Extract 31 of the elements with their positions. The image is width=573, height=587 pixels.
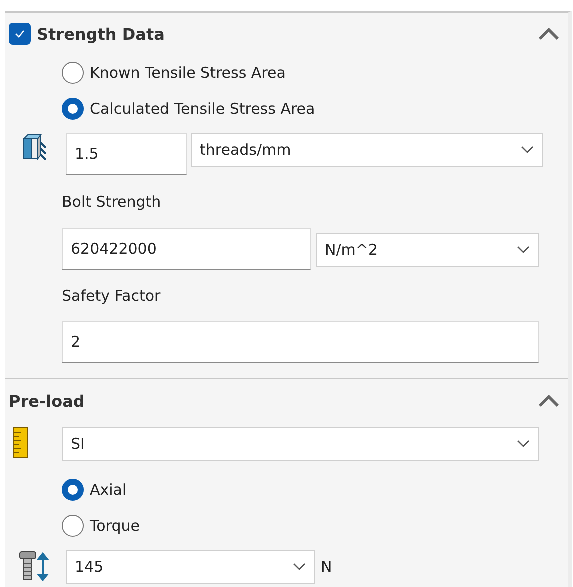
radio-label: Known Tensile Stress Area [90,64,286,82]
caret-icon [293,563,306,571]
dropdown[interactable]: 145 [66,550,315,584]
section-title: Strength Data [37,24,166,44]
checkbox[interactable] [9,23,31,45]
chevron-icon[interactable] [538,394,560,408]
radio-label: Axial [90,481,127,499]
radio-button[interactable] [62,515,84,537]
caret-icon [517,440,530,448]
bolt-icon [18,550,48,582]
unit-label: N [321,557,332,578]
checkmark-icon [14,29,26,39]
dropdown[interactable]: threads/mm [191,133,543,167]
section-title: Pre-load [9,392,86,410]
dropdown[interactable]: SI [62,427,539,461]
field-label: Safety Factor [62,286,162,306]
input-field[interactable]: 620422000 [62,228,311,270]
caret-icon [521,146,534,154]
field-label: Bolt Strength [62,192,162,212]
radio-label: Torque [90,517,140,535]
dropdown[interactable]: N/m^2 [316,233,539,267]
block-icon [20,133,46,163]
radio-label: Calculated Tensile Stress Area [90,100,316,118]
ruler-icon [13,427,29,459]
radio-button[interactable] [62,98,84,120]
chevron-icon[interactable] [538,27,560,41]
caret-icon [517,246,530,254]
input-field[interactable]: 2 [62,321,539,363]
input-field[interactable]: 1.5 [66,133,187,175]
radio-button[interactable] [62,479,84,501]
radio-button[interactable] [62,62,84,84]
